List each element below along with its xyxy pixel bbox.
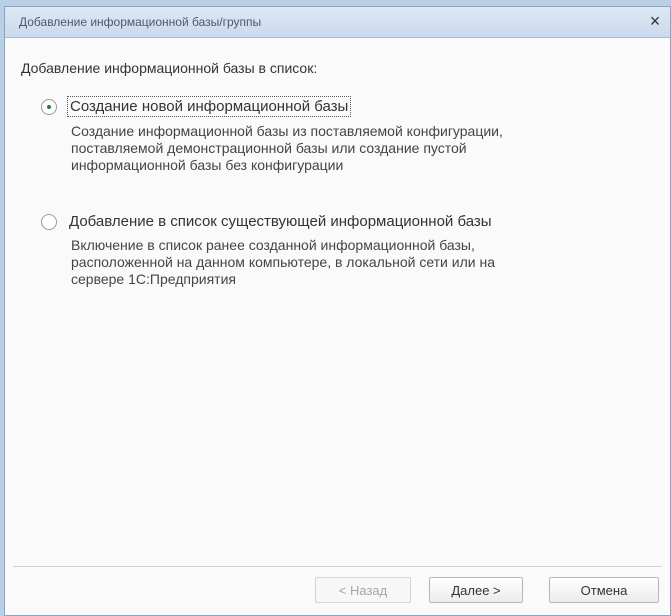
radio-add-existing[interactable]: Добавление в список существующей информа…: [41, 212, 641, 231]
radio-button-checked-icon[interactable]: [41, 98, 57, 115]
description-line: информационной базы без конфигурации: [71, 157, 344, 173]
option-add-existing: Добавление в список существующей информа…: [41, 212, 641, 288]
option-create-new-description: Создание информационной базы из поставля…: [71, 123, 571, 174]
description-line: поставляемой демонстрационной базы или с…: [71, 140, 467, 156]
description-line: расположенной на данном компьютере, в ло…: [71, 254, 495, 270]
next-button[interactable]: Далее >: [429, 577, 523, 603]
window-title: Добавление информационной базы/группы: [19, 15, 262, 29]
description-line: Создание информационной базы из поставля…: [71, 123, 503, 139]
option-create-new-label[interactable]: Создание новой информационной базы: [67, 96, 352, 117]
close-icon[interactable]: ×: [644, 11, 666, 31]
option-create-new: Создание новой информационной базы Созда…: [41, 96, 641, 174]
back-button[interactable]: < Назад: [315, 577, 411, 603]
add-infobase-dialog: Добавление информационной базы/группы × …: [4, 6, 671, 616]
title-bar[interactable]: Добавление информационной базы/группы ×: [5, 7, 670, 38]
option-add-existing-description: Включение в список ранее созданной инфор…: [71, 237, 571, 288]
radio-button-unchecked-icon[interactable]: [41, 213, 57, 230]
option-add-existing-label[interactable]: Добавление в список существующей информа…: [67, 212, 494, 231]
footer-divider: [13, 566, 662, 567]
cancel-button[interactable]: Отмена: [549, 577, 659, 603]
prompt-label: Добавление информационной базы в список:: [21, 60, 318, 76]
dialog-content: Добавление информационной базы в список:…: [5, 38, 670, 615]
description-line: сервере 1С:Предприятия: [71, 271, 236, 287]
description-line: Включение в список ранее созданной инфор…: [71, 237, 475, 253]
radio-create-new[interactable]: Создание новой информационной базы: [41, 96, 641, 117]
